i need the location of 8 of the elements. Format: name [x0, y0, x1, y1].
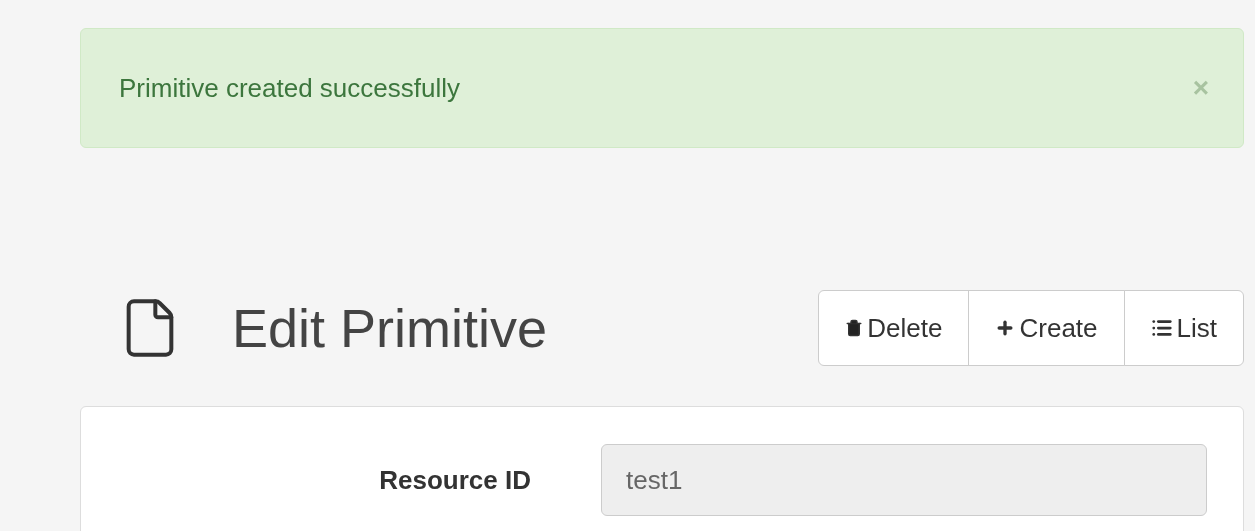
trash-icon [845, 319, 864, 337]
action-button[interactable]: Create [968, 290, 1125, 366]
alert-message: Primitive created successfully [119, 71, 460, 105]
field-label: Resource ID [378, 463, 531, 497]
list-icon [1150, 317, 1173, 339]
action-button[interactable]: List [1123, 290, 1244, 366]
page-title: Edit Primitive [232, 296, 548, 360]
action-button[interactable]: Delete [818, 290, 970, 366]
